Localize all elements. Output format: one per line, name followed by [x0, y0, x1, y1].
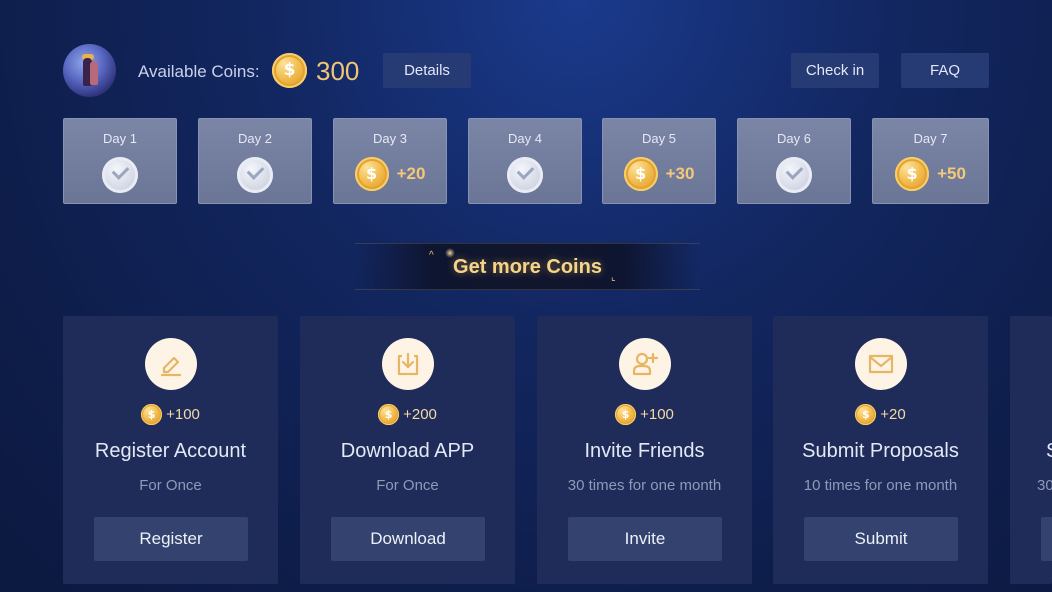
avatar-figure-2 — [90, 61, 98, 85]
partial-button[interactable] — [1041, 517, 1052, 561]
task-title: Submit Proposals — [802, 440, 959, 462]
check-icon — [237, 157, 273, 193]
day-card-5[interactable]: Day 5 $ +30 — [602, 118, 716, 204]
day-card-7[interactable]: Day 7 $ +50 — [872, 118, 989, 204]
banner-title: Get more Coins — [453, 256, 602, 278]
task-frequency: For Once — [376, 477, 439, 494]
day-reward: $ +30 — [603, 157, 715, 193]
task-reward: $ +100 — [63, 404, 278, 425]
add-user-icon — [618, 338, 671, 390]
task-frequency: 10 times for one month — [803, 477, 958, 494]
day-label: Day 7 — [913, 131, 948, 146]
sparkle-icon: ⌞ — [611, 272, 616, 283]
day-card-6: Day 6 — [737, 118, 851, 204]
task-card-download: $ +200 Download APP For Once Download — [300, 316, 515, 584]
day-reward-amount: +20 — [396, 164, 426, 183]
day-label: Day 5 — [642, 131, 676, 146]
day-label: Day 4 — [508, 131, 542, 146]
edit-icon — [144, 338, 197, 390]
task-frequency: 30 — [1037, 477, 1052, 494]
available-coins-label: Available Coins: — [138, 62, 260, 81]
coin-icon: $ — [615, 404, 637, 425]
task-title: S — [1046, 440, 1052, 463]
task-reward: $ +100 — [537, 404, 752, 425]
check-icon — [776, 157, 812, 193]
coin-icon: $ — [272, 53, 307, 88]
avatar[interactable] — [63, 44, 116, 97]
task-card-register: $ +100 Register Account For Once Register — [63, 316, 278, 584]
coin-icon: $ — [378, 404, 400, 425]
task-reward: $ +20 — [773, 404, 988, 425]
get-more-coins-banner: ^ Get more Coins ⌞ — [355, 243, 700, 290]
download-icon — [381, 338, 434, 390]
task-reward: $ +200 — [300, 404, 515, 425]
day-card-2: Day 2 — [198, 118, 312, 204]
coin-icon: $ — [855, 404, 877, 425]
coin-icon: $ — [354, 157, 389, 191]
check-in-button[interactable]: Check in — [791, 53, 879, 88]
day-label: Day 1 — [103, 131, 137, 146]
task-reward-amount: +200 — [403, 406, 437, 423]
coin-icon: $ — [623, 157, 658, 191]
day-card-3[interactable]: Day 3 $ +20 — [333, 118, 447, 204]
task-frequency: 30 times for one month — [567, 477, 722, 494]
day-card-4: Day 4 — [468, 118, 582, 204]
submit-button[interactable]: Submit — [804, 517, 958, 561]
task-card-partial: S 30 — [1010, 316, 1052, 584]
download-button[interactable]: Download — [331, 517, 485, 561]
task-reward-amount: +100 — [640, 406, 674, 423]
day-label: Day 2 — [238, 131, 272, 146]
invite-button[interactable]: Invite — [568, 517, 722, 561]
details-button[interactable]: Details — [383, 53, 471, 88]
check-icon — [507, 157, 543, 193]
day-label: Day 6 — [777, 131, 811, 146]
day-reward: $ +50 — [873, 157, 988, 193]
coin-icon: $ — [895, 157, 930, 191]
register-button[interactable]: Register — [94, 517, 248, 561]
day-reward-amount: +50 — [937, 164, 966, 183]
task-title: Invite Friends — [584, 440, 705, 462]
task-reward-amount: +100 — [166, 406, 200, 423]
day-reward: $ +20 — [334, 157, 446, 193]
coins-total: 300 — [316, 56, 360, 86]
day-label: Day 3 — [373, 131, 407, 146]
task-title: Download APP — [340, 440, 475, 462]
task-card-submit: $ +20 Submit Proposals 10 times for one m… — [773, 316, 988, 584]
task-card-invite: $ +100 Invite Friends 30 times for one mo… — [537, 316, 752, 584]
day-reward-amount: +30 — [665, 164, 695, 183]
task-title: Register Account — [94, 440, 247, 462]
task-frequency: For Once — [139, 477, 202, 494]
check-icon — [102, 157, 138, 193]
coin-icon: $ — [141, 404, 163, 425]
mail-icon — [854, 338, 907, 390]
day-card-1: Day 1 — [63, 118, 177, 204]
faq-button[interactable]: FAQ — [901, 53, 989, 88]
task-reward-amount: +20 — [880, 406, 906, 423]
